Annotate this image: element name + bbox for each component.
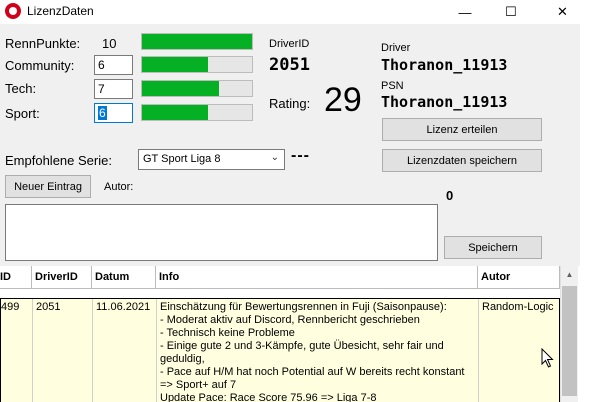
lizenz-erteilen-button[interactable]: Lizenz erteilen: [382, 118, 542, 141]
entries-table: ID DriverID Datum Info Autor 499 2051 11…: [0, 266, 580, 402]
community-progress: [141, 56, 253, 73]
neuer-eintrag-button[interactable]: Neuer Eintrag: [5, 175, 91, 198]
rennpunkte-progress-fill: [142, 34, 252, 49]
cell-id: 499: [0, 299, 33, 402]
tech-label: Tech:: [5, 81, 37, 96]
column-header-autor[interactable]: Autor: [478, 266, 560, 289]
community-field[interactable]: 6: [94, 55, 133, 75]
window-edge: [580, 24, 591, 402]
autor-label: Autor:: [104, 181, 134, 193]
sport-label: Sport:: [5, 106, 40, 121]
sport-field[interactable]: 6: [94, 103, 133, 123]
sport-progress-fill: [142, 105, 208, 120]
info-line: geduldig,: [160, 353, 205, 365]
chevron-down-icon: ⌄: [270, 152, 279, 163]
driverid-value: 2051: [269, 55, 310, 75]
tech-field[interactable]: 7: [94, 79, 133, 99]
rennpunkte-label: RennPunkte:: [5, 36, 81, 51]
driverid-caption: DriverID: [269, 38, 310, 50]
title-bar: LizenzDaten — ☐ ✕: [0, 0, 591, 24]
mouse-cursor-icon: [541, 348, 554, 368]
serie-dropdown[interactable]: GT Sport Liga 8 ⌄: [138, 149, 285, 170]
psn-caption: PSN: [381, 80, 404, 92]
window-title: LizenzDaten: [27, 4, 94, 18]
rating-value: 29: [324, 81, 362, 119]
driver-name: Thoranon_11913: [381, 56, 508, 74]
close-button[interactable]: ✕: [534, 0, 591, 24]
info-line: Einschätzung für Bewertungsrennen in Fuj…: [160, 301, 447, 313]
cell-driverid: 2051: [33, 299, 93, 402]
tech-progress: [141, 80, 253, 97]
info-line: - Technisch keine Probleme: [160, 327, 295, 339]
scroll-up-icon[interactable]: ▲: [561, 266, 578, 283]
column-header-datum[interactable]: Datum: [92, 266, 156, 289]
table-row[interactable]: 499 2051 11.06.2021 Einschätzung für Bew…: [0, 298, 560, 402]
speichern-button[interactable]: Speichern: [444, 236, 542, 259]
rating-caption: Rating:: [269, 96, 311, 111]
info-textarea[interactable]: [5, 204, 438, 261]
column-header-id[interactable]: ID: [0, 266, 32, 289]
column-header-driverid[interactable]: DriverID: [32, 266, 92, 289]
rennpunkte-progress: [141, 33, 253, 50]
lizenzdaten-speichern-button[interactable]: Lizenzdaten speichern: [382, 149, 542, 172]
serie-suffix: ---: [291, 147, 310, 164]
sport-field-value: 6: [98, 106, 107, 120]
cell-datum: 11.06.2021: [93, 299, 157, 402]
driver-caption: Driver: [381, 42, 411, 54]
info-line: => Sport+ auf 7: [160, 379, 237, 391]
app-logo-icon: [5, 3, 21, 19]
info-line: - Einige gute 2 und 3-Kämpfe, gute Übesi…: [160, 340, 444, 352]
column-header-info[interactable]: Info: [156, 266, 478, 289]
minimize-button[interactable]: —: [442, 0, 488, 24]
empfohlene-serie-label: Empfohlene Serie:: [5, 153, 112, 168]
scrollbar-thumb[interactable]: [562, 286, 577, 396]
serie-dropdown-value: GT Sport Liga 8: [143, 153, 221, 165]
info-line: Update Pace: Race Score 75.96 => Liga 7-…: [160, 392, 377, 402]
community-progress-fill: [142, 57, 208, 72]
psn-name: Thoranon_11913: [381, 93, 508, 111]
maximize-button[interactable]: ☐: [488, 0, 534, 24]
cell-info: Einschätzung für Bewertungsrennen in Fuj…: [157, 299, 479, 402]
info-line: - Moderat aktiv auf Discord, Rennbericht…: [160, 314, 420, 326]
tech-progress-fill: [142, 81, 219, 96]
rennpunkte-value: 10: [102, 36, 117, 51]
sport-progress: [141, 104, 253, 121]
table-scrollbar[interactable]: ▲: [560, 266, 578, 402]
entry-count: 0: [446, 188, 454, 203]
info-line: - Pace auf H/M hat noch Potential auf W …: [160, 366, 465, 378]
community-label: Community:: [5, 58, 75, 73]
